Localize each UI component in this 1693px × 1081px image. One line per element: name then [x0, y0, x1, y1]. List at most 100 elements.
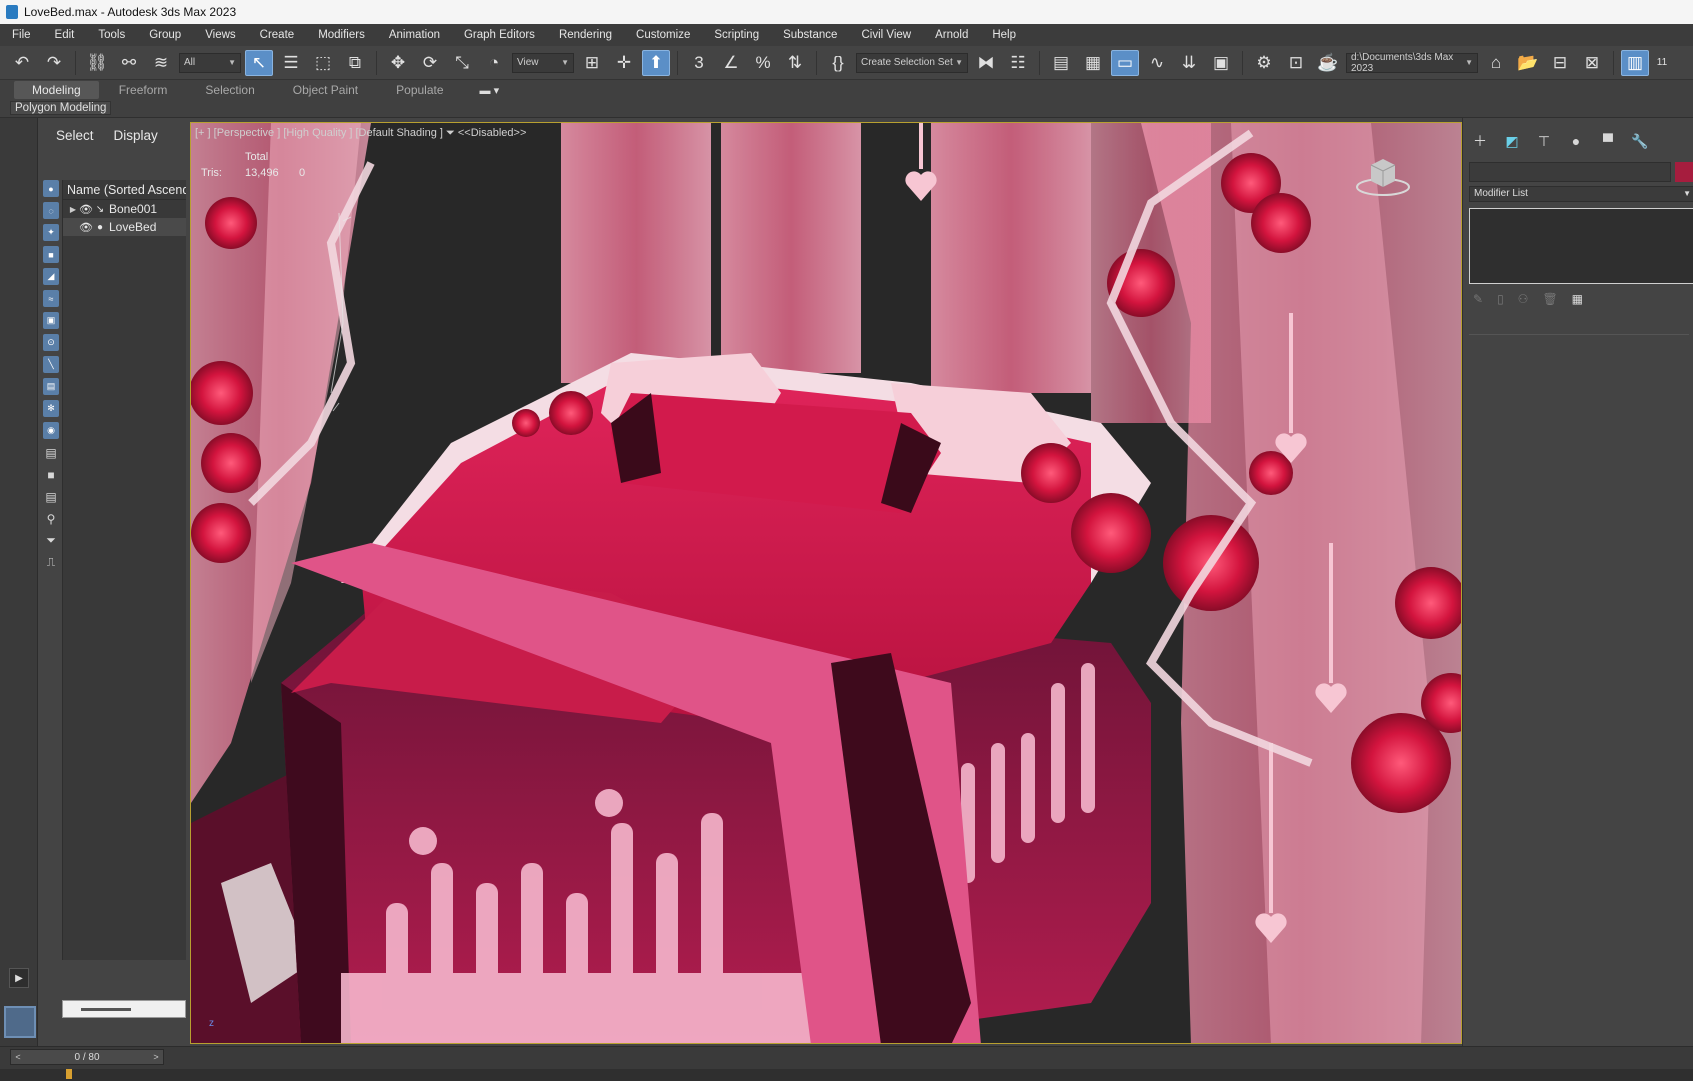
rendered-frame-window-icon[interactable]: ⊡	[1282, 50, 1310, 76]
scene-render[interactable]	[191, 123, 1462, 1044]
invert-display-icon[interactable]: ▤	[43, 488, 59, 505]
scale-icon[interactable]: ⤡	[448, 50, 476, 76]
light-filter-icon[interactable]: ✦	[43, 224, 59, 241]
rect-selection-icon[interactable]: ⬚	[309, 50, 337, 76]
perspective-viewport[interactable]: [+ ] [Perspective ] [High Quality ] [Def…	[190, 122, 1462, 1044]
group-filter-icon[interactable]: ▣	[43, 312, 59, 329]
hierarchy-tab-icon[interactable]: ⊤	[1533, 132, 1555, 150]
explorer-column-header[interactable]: Name (Sorted Ascending)	[63, 180, 186, 200]
menu-views[interactable]: Views	[193, 29, 247, 41]
redo-icon[interactable]: ↷	[40, 50, 68, 76]
current-frame-marker[interactable]	[66, 1069, 72, 1079]
menu-animation[interactable]: Animation	[377, 29, 452, 41]
unlink-icon[interactable]: ⚯	[115, 50, 143, 76]
make-unique-icon[interactable]: ⚇	[1518, 292, 1529, 306]
menu-scripting[interactable]: Scripting	[702, 29, 771, 41]
angle-snap-icon[interactable]: ∠	[717, 50, 745, 76]
menu-group[interactable]: Group	[137, 29, 193, 41]
menu-file[interactable]: File	[0, 29, 43, 41]
material-editor-icon[interactable]: ▣	[1207, 50, 1235, 76]
mirror-icon[interactable]: ⧓	[972, 50, 1000, 76]
render-production-icon[interactable]: ☕	[1314, 50, 1342, 76]
tab-object-paint[interactable]: Object Paint	[275, 81, 376, 99]
menu-graph-editors[interactable]: Graph Editors	[452, 29, 547, 41]
menu-arnold[interactable]: Arnold	[923, 29, 980, 41]
edit-named-selection-icon[interactable]: {}	[824, 50, 852, 76]
menu-civil-view[interactable]: Civil View	[849, 29, 923, 41]
project-folder-dropdown[interactable]: d:\Documents\3ds Max 2023 ▼	[1346, 52, 1478, 74]
viewport-mode-label[interactable]: [+ ] [Perspective ] [High Quality ] [Def…	[195, 127, 443, 139]
render-setup-icon[interactable]: ⚙	[1250, 50, 1278, 76]
hidden-filter-icon[interactable]: ◉	[43, 422, 59, 439]
tab-freeform[interactable]: Freeform	[101, 81, 186, 99]
next-frame-icon[interactable]: >	[149, 1052, 163, 1062]
reference-coord-dropdown[interactable]: View ▼	[512, 52, 574, 73]
spacewarp-filter-icon[interactable]: ≈	[43, 290, 59, 307]
undo-icon[interactable]: ↶	[8, 50, 36, 76]
play-icon[interactable]: ▶	[9, 968, 29, 988]
previous-frame-icon[interactable]: <	[11, 1052, 25, 1062]
toggle-ribbon-icon[interactable]: ▭	[1111, 49, 1139, 76]
workspace-icon[interactable]: ▥	[1621, 49, 1649, 76]
polygon-modeling-label[interactable]: Polygon Modeling	[10, 101, 112, 115]
tree-row-lovebed[interactable]: 👁 ● LoveBed	[63, 218, 186, 236]
toolbar-overflow-number[interactable]: 11	[1653, 50, 1671, 76]
create-tab-icon[interactable]: ＋	[1469, 132, 1491, 150]
shape-filter-icon[interactable]: ◌	[43, 202, 59, 219]
modify-tab-icon[interactable]: ◩	[1501, 132, 1523, 150]
select-by-name-icon[interactable]: ☰	[277, 50, 305, 76]
display-tab-icon[interactable]: ▀	[1597, 132, 1619, 150]
place-icon[interactable]: ◔	[480, 50, 508, 76]
camera-filter-icon[interactable]: ■	[43, 246, 59, 263]
scene-explorer-toggle-icon[interactable]: ▤	[1047, 50, 1075, 76]
explorer-scrollbar[interactable]	[62, 1000, 186, 1018]
select-manipulate-icon[interactable]: ✛	[610, 50, 638, 76]
move-icon[interactable]: ✥	[384, 50, 412, 76]
folder-tree-icon[interactable]: ⊟	[1546, 50, 1574, 76]
bind-spacewarp-icon[interactable]: ≋	[147, 50, 175, 76]
keyboard-shortcut-toggle-icon[interactable]: ⬆	[642, 49, 670, 76]
bone-filter-icon[interactable]: ╲	[43, 356, 59, 373]
schematic-view-icon[interactable]: ⇊	[1175, 50, 1203, 76]
pin-stack-icon[interactable]: ✎	[1473, 292, 1483, 306]
helper-filter-icon[interactable]: ◢	[43, 268, 59, 285]
menu-modifiers[interactable]: Modifiers	[306, 29, 377, 41]
percent-snap-icon[interactable]: %	[749, 50, 777, 76]
align-icon[interactable]: ☷	[1004, 50, 1032, 76]
scrollbar-thumb[interactable]	[81, 1008, 131, 1011]
container-filter-icon[interactable]: ▤	[43, 378, 59, 395]
filter-funnel-icon[interactable]: ⏷	[446, 127, 455, 139]
filter-toggle-icon[interactable]: ⚲	[43, 510, 59, 527]
explorer-tab-display[interactable]: Display	[114, 128, 158, 143]
menu-help[interactable]: Help	[980, 29, 1028, 41]
tree-row-bone001[interactable]: ▶ 👁 ↘ Bone001	[63, 200, 186, 218]
selection-filter-dropdown[interactable]: All ▼	[179, 52, 241, 73]
open-folder-icon[interactable]: 📂	[1514, 50, 1542, 76]
tab-modeling[interactable]: Modeling	[14, 81, 99, 99]
geometry-filter-icon[interactable]: ●	[43, 180, 59, 197]
object-name-field[interactable]	[1469, 162, 1671, 182]
archive-folder-icon[interactable]: ⊠	[1578, 50, 1606, 76]
menu-customize[interactable]: Customize	[624, 29, 702, 41]
link-icon[interactable]: ⛓	[83, 50, 111, 76]
menu-edit[interactable]: Edit	[43, 29, 87, 41]
motion-tab-icon[interactable]: ●	[1565, 132, 1587, 150]
tab-selection[interactable]: Selection	[187, 81, 272, 99]
rotate-icon[interactable]: ⟳	[416, 50, 444, 76]
menu-substance[interactable]: Substance	[771, 29, 849, 41]
display-all-icon[interactable]: ▤	[43, 444, 59, 461]
time-ruler[interactable]	[0, 1069, 1693, 1081]
funnel-icon[interactable]: ⏷	[43, 532, 59, 549]
menu-create[interactable]: Create	[248, 29, 307, 41]
window-crossing-icon[interactable]: ⧉	[341, 50, 369, 76]
select-object-icon[interactable]: ↖	[245, 49, 273, 76]
xref-filter-icon[interactable]: ⊙	[43, 334, 59, 351]
expand-arrow-icon[interactable]: ▶	[67, 205, 79, 214]
object-color-swatch[interactable]	[1675, 162, 1693, 182]
display-none-icon[interactable]: ■	[43, 466, 59, 483]
layer-explorer-icon[interactable]: ▦	[1079, 50, 1107, 76]
viewport-filter-label[interactable]: <<Disabled>>	[458, 127, 527, 139]
tab-populate[interactable]: Populate	[378, 81, 461, 99]
viewport-label[interactable]: [+ ] [Perspective ] [High Quality ] [Def…	[195, 127, 526, 140]
pivot-center-icon[interactable]: ⊞	[578, 50, 606, 76]
